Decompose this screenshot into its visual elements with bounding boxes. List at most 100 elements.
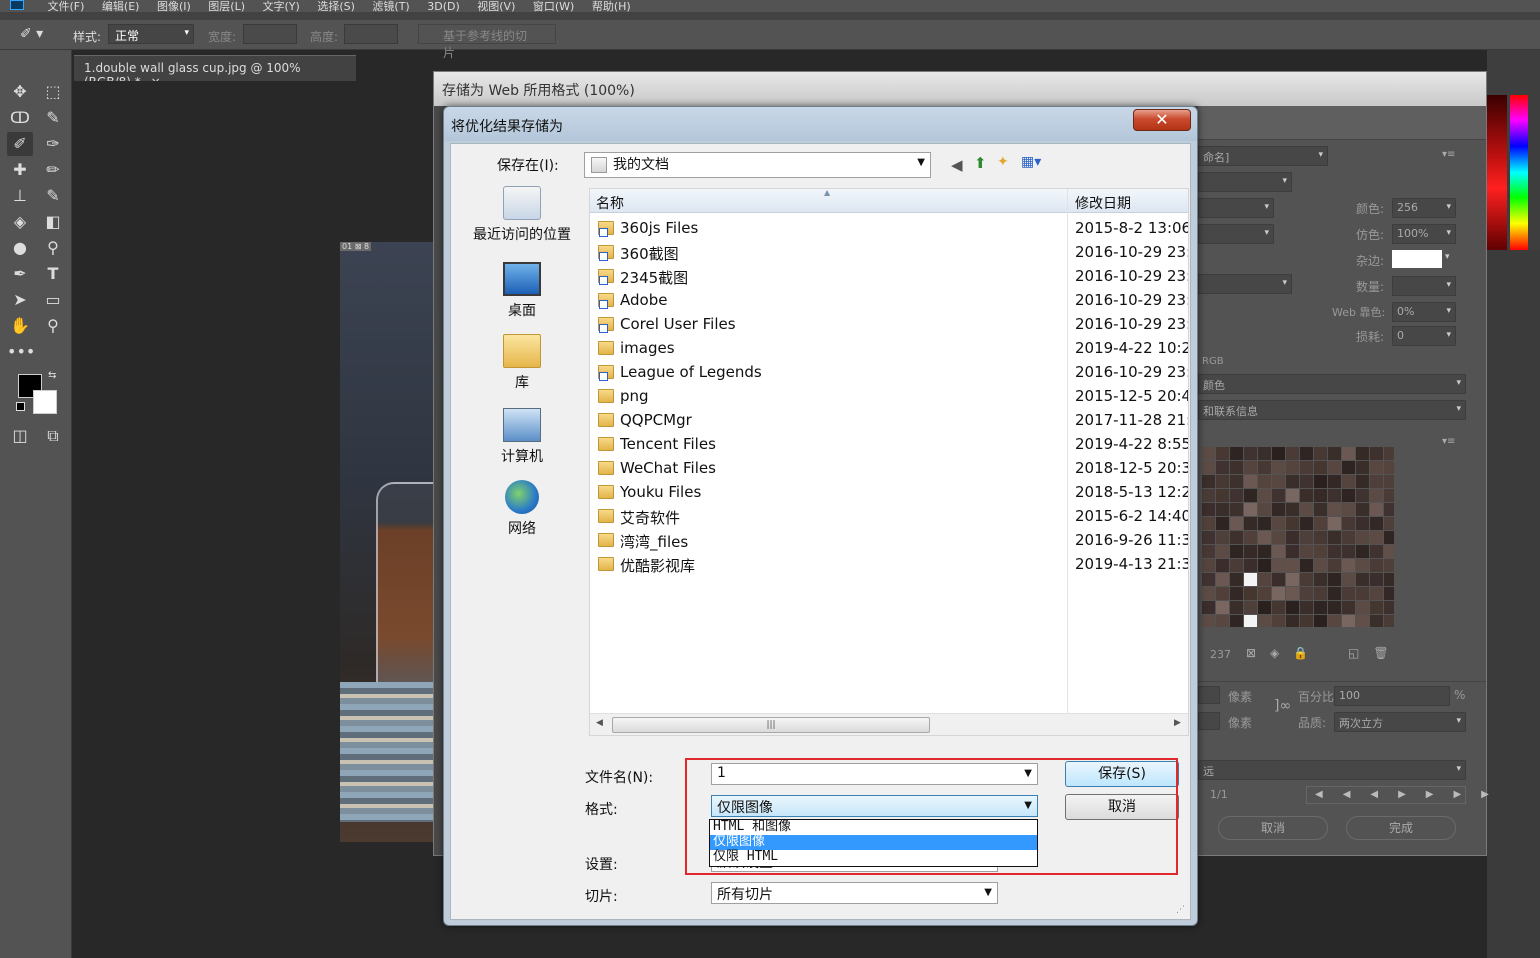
- file-row[interactable]: League of Legends 2016-10-29 23:1: [590, 361, 1188, 385]
- palette-swatch[interactable]: [1258, 517, 1271, 530]
- palette-swatch[interactable]: [1328, 461, 1341, 474]
- palette-swatch[interactable]: [1216, 545, 1229, 558]
- palette-swatch[interactable]: [1384, 461, 1394, 474]
- palette-swatch[interactable]: [1272, 447, 1285, 460]
- height-field[interactable]: [344, 24, 398, 44]
- palette-swatch[interactable]: [1202, 559, 1215, 572]
- palette-swatch[interactable]: [1342, 615, 1355, 627]
- palette-swatch[interactable]: [1384, 573, 1394, 586]
- palette-swatch[interactable]: [1230, 447, 1243, 460]
- palette-swatch[interactable]: [1230, 615, 1243, 627]
- palette-swatch[interactable]: [1356, 601, 1369, 614]
- menu-help[interactable]: 帮助(H): [592, 0, 631, 12]
- palette-swatch[interactable]: [1356, 447, 1369, 460]
- file-row[interactable]: 优酷影视库 2019-4-13 21:33: [590, 553, 1188, 577]
- palette-swatch[interactable]: [1230, 489, 1243, 502]
- palette-swatch[interactable]: [1258, 475, 1271, 488]
- file-row[interactable]: QQPCMgr 2017-11-28 21:0: [590, 409, 1188, 433]
- default-colors-icon[interactable]: [16, 402, 25, 411]
- palette-swatch[interactable]: [1202, 489, 1215, 502]
- file-row[interactable]: 艾奇软件 2015-6-2 14:40: [590, 505, 1188, 529]
- resize-grip-icon[interactable]: ⋰: [1176, 905, 1190, 919]
- palette-swatch[interactable]: [1342, 489, 1355, 502]
- palette-swatch[interactable]: [1314, 587, 1327, 600]
- color-table-tools-icon[interactable]: ⊠◈🔒: [1246, 646, 1322, 660]
- document-tab[interactable]: 1.double wall glass cup.jpg @ 100%(RGB/8…: [74, 55, 356, 89]
- palette-swatch[interactable]: [1286, 587, 1299, 600]
- palette-swatch[interactable]: [1314, 531, 1327, 544]
- palette-swatch[interactable]: [1272, 573, 1285, 586]
- metadata-select[interactable]: 和联系信息 ▾: [1198, 400, 1466, 420]
- palette-swatch[interactable]: [1356, 489, 1369, 502]
- palette-swatch[interactable]: [1370, 573, 1383, 586]
- palette-swatch[interactable]: [1314, 475, 1327, 488]
- transparency-dither-select[interactable]: ▾: [1198, 274, 1292, 294]
- palette-swatch[interactable]: [1342, 447, 1355, 460]
- palette-swatch[interactable]: [1216, 615, 1229, 627]
- palette-swatch[interactable]: [1314, 517, 1327, 530]
- palette-swatch[interactable]: [1342, 601, 1355, 614]
- preset-select[interactable]: 命名] ▾: [1198, 146, 1328, 166]
- slice-tool-active-icon[interactable]: ✐: [7, 132, 33, 156]
- quality-select[interactable]: 两次立方 ▾: [1334, 712, 1466, 732]
- palette-swatch[interactable]: [1300, 615, 1313, 627]
- palette-swatch[interactable]: [1258, 461, 1271, 474]
- palette-swatch[interactable]: [1230, 517, 1243, 530]
- slice-tool-icon[interactable]: ✐ ▾: [20, 26, 43, 42]
- palette-swatch[interactable]: [1202, 601, 1215, 614]
- amount-select[interactable]: ▾: [1392, 276, 1456, 296]
- palette-swatch[interactable]: [1314, 489, 1327, 502]
- file-row[interactable]: Youku Files 2018-5-13 12:29: [590, 481, 1188, 505]
- file-list[interactable]: 名称 ▲ 修改日期 360js Files 2015-8-2 13:06 360截图…: [589, 188, 1189, 736]
- palette-swatch[interactable]: [1286, 461, 1299, 474]
- file-row[interactable]: Tencent Files 2019-4-22 8:55: [590, 433, 1188, 457]
- column-name-header[interactable]: 名称: [596, 193, 624, 213]
- color-table[interactable]: [1202, 447, 1394, 627]
- palette-swatch[interactable]: [1244, 447, 1257, 460]
- palette-swatch[interactable]: [1300, 545, 1313, 558]
- palette-swatch[interactable]: [1370, 587, 1383, 600]
- palette-swatch[interactable]: [1202, 587, 1215, 600]
- path-select-tool-icon[interactable]: ➤: [7, 288, 33, 312]
- brush-tool-icon[interactable]: ✏: [40, 158, 66, 182]
- palette-swatch[interactable]: [1286, 615, 1299, 627]
- palette-swatch[interactable]: [1202, 615, 1215, 627]
- move-tool-icon[interactable]: ✥: [7, 80, 33, 104]
- height-px-field[interactable]: [1198, 712, 1220, 730]
- reduction-select[interactable]: ▾: [1198, 198, 1274, 218]
- file-row[interactable]: 湾湾_files 2016-9-26 11:30: [590, 529, 1188, 553]
- palette-swatch[interactable]: [1342, 587, 1355, 600]
- place-computer[interactable]: 计算机: [460, 408, 584, 466]
- menu-file[interactable]: 文件(F): [48, 0, 85, 12]
- file-row[interactable]: Adobe 2016-10-29 23:1: [590, 289, 1188, 313]
- palette-swatch[interactable]: [1300, 517, 1313, 530]
- palette-swatch[interactable]: [1216, 601, 1229, 614]
- palette-swatch[interactable]: [1230, 461, 1243, 474]
- scroll-left-icon[interactable]: ◀: [596, 718, 603, 728]
- palette-swatch[interactable]: [1216, 461, 1229, 474]
- palette-swatch[interactable]: [1314, 545, 1327, 558]
- palette-swatch[interactable]: [1272, 545, 1285, 558]
- palette-swatch[interactable]: [1342, 475, 1355, 488]
- back-icon[interactable]: ◀: [951, 156, 963, 174]
- shape-tool-icon[interactable]: ▭: [40, 288, 66, 312]
- palette-swatch[interactable]: [1216, 531, 1229, 544]
- type-tool-icon[interactable]: T: [40, 262, 66, 286]
- menu-image[interactable]: 图像(I): [157, 0, 191, 12]
- dodge-tool-icon[interactable]: ⚲: [40, 236, 66, 260]
- file-row[interactable]: images 2019-4-22 10:21: [590, 337, 1188, 361]
- palette-swatch[interactable]: [1342, 517, 1355, 530]
- palette-swatch[interactable]: [1384, 447, 1394, 460]
- palette-swatch[interactable]: [1286, 503, 1299, 516]
- palette-swatch[interactable]: [1370, 489, 1383, 502]
- palette-swatch[interactable]: [1370, 475, 1383, 488]
- palette-swatch[interactable]: [1272, 475, 1285, 488]
- palette-swatch[interactable]: [1370, 545, 1383, 558]
- palette-swatch[interactable]: [1300, 447, 1313, 460]
- file-format-select[interactable]: ▾: [1198, 172, 1292, 192]
- palette-swatch[interactable]: [1258, 587, 1271, 600]
- palette-swatch[interactable]: [1286, 559, 1299, 572]
- blur-tool-icon[interactable]: ●: [7, 236, 33, 260]
- scroll-right-icon[interactable]: ▶: [1174, 718, 1181, 728]
- palette-swatch[interactable]: [1244, 475, 1257, 488]
